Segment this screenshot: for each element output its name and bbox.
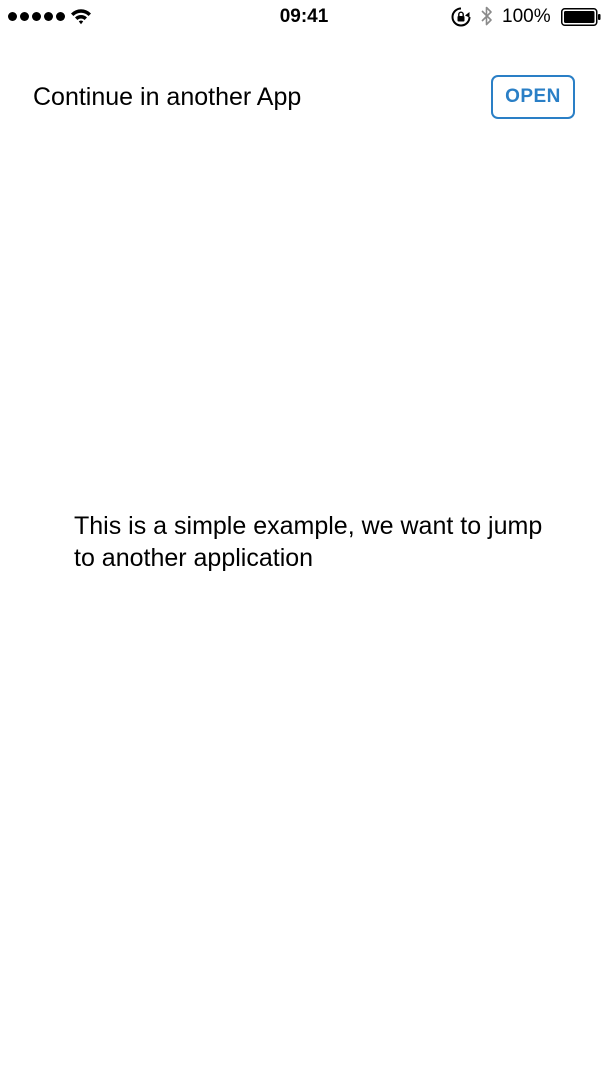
battery-icon [561, 8, 601, 26]
page-title: Continue in another App [33, 83, 302, 111]
message-text: This is a simple example, we want to jum… [74, 512, 543, 572]
app-screen: 09:41 100% Continue in another App OPEN … [0, 0, 608, 1080]
open-button[interactable]: OPEN [491, 75, 575, 119]
bluetooth-icon [481, 6, 492, 26]
status-bar: 09:41 100% [0, 0, 608, 34]
battery-percentage: 100% [502, 6, 551, 27]
rotation-lock-icon [451, 7, 471, 27]
